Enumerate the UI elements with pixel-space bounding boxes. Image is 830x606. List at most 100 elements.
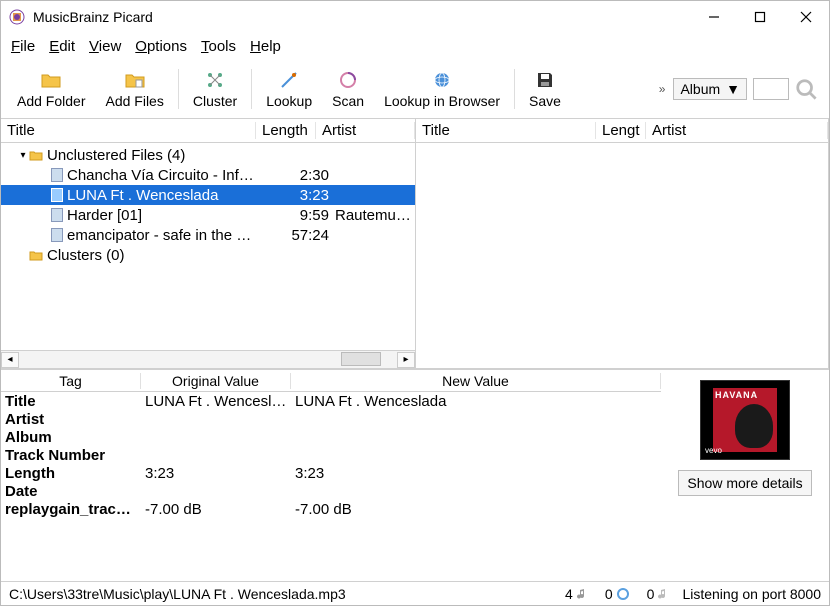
horizontal-scrollbar[interactable]: ◂ ▸ xyxy=(1,350,415,368)
add-files-button[interactable]: Add Files xyxy=(95,65,173,113)
search-icon[interactable] xyxy=(795,78,817,100)
menu-options[interactable]: Options xyxy=(135,38,187,55)
tag-new: 3:23 xyxy=(291,465,661,482)
cd-icon xyxy=(617,588,629,600)
file-icon xyxy=(51,228,63,242)
header-length[interactable]: Length xyxy=(256,122,316,139)
tag-headers: Tag Original Value New Value xyxy=(1,370,661,392)
menubar: File Edit View Options Tools Help xyxy=(1,33,829,59)
lookup-browser-label: Lookup in Browser xyxy=(384,93,500,109)
right-headers: Title Lengt Artist xyxy=(416,119,828,143)
header-length[interactable]: Lengt xyxy=(596,122,646,139)
lookup-browser-button[interactable]: Lookup in Browser xyxy=(374,65,510,113)
file-length: 9:59 xyxy=(275,207,335,224)
header-title[interactable]: Title xyxy=(1,122,256,139)
tag-row[interactable]: Album xyxy=(1,428,661,446)
file-title: Harder [01] xyxy=(67,207,275,224)
tree-label: Unclustered Files (4) xyxy=(47,147,415,164)
scroll-thumb[interactable] xyxy=(341,352,381,366)
menu-view[interactable]: View xyxy=(89,38,121,55)
menu-help[interactable]: Help xyxy=(250,38,281,55)
search-input[interactable] xyxy=(753,78,789,100)
tag-name: Length xyxy=(1,465,141,482)
expander-icon[interactable]: ▾ xyxy=(17,150,29,161)
file-row[interactable]: Harder [01] 9:59 Rautemusik F xyxy=(1,205,415,225)
add-folder-button[interactable]: Add Folder xyxy=(7,65,95,113)
tag-header-orig[interactable]: Original Value xyxy=(141,373,291,389)
tag-header-tag[interactable]: Tag xyxy=(1,373,141,389)
tree-label: Clusters (0) xyxy=(47,247,415,264)
chevron-down-icon: ▼ xyxy=(726,81,740,97)
tree-node-unclustered[interactable]: ▾ Unclustered Files (4) xyxy=(1,145,415,165)
lookup-button[interactable]: Lookup xyxy=(256,65,322,113)
file-icon xyxy=(51,188,63,202)
cover-art[interactable]: HAVANA vevo xyxy=(700,380,790,460)
file-tree[interactable]: ▾ Unclustered Files (4) Chancha Vía Circ… xyxy=(1,143,415,350)
toolbar: Add Folder Add Files Cluster Lookup Scan… xyxy=(1,59,829,119)
tag-row[interactable]: Length3:233:23 xyxy=(1,464,661,482)
tree-node-clusters[interactable]: Clusters (0) xyxy=(1,245,415,265)
header-title[interactable]: Title xyxy=(416,122,596,139)
menu-file[interactable]: File xyxy=(11,38,35,55)
tag-header-new[interactable]: New Value xyxy=(291,373,661,389)
matched-pane: Title Lengt Artist xyxy=(416,119,829,368)
status-pending: 0 xyxy=(643,586,673,602)
status-listening: Listening on port 8000 xyxy=(682,586,821,602)
tag-row[interactable]: replaygain_trac…-7.00 dB-7.00 dB xyxy=(1,500,661,518)
tag-new: LUNA Ft . Wenceslada xyxy=(291,393,661,410)
files-count: 4 xyxy=(565,586,573,602)
save-button[interactable]: Save xyxy=(519,65,571,113)
toolbar-separator xyxy=(178,69,179,109)
file-icon xyxy=(51,208,63,222)
scroll-track[interactable] xyxy=(19,352,397,368)
header-artist[interactable]: Artist xyxy=(646,122,828,139)
tag-orig: LUNA Ft . Wencesl… xyxy=(141,393,291,410)
folder-files-icon xyxy=(124,69,146,91)
folder-icon xyxy=(40,69,62,91)
save-icon xyxy=(534,69,556,91)
file-row[interactable]: emancipator - safe in the … 57:24 xyxy=(1,225,415,245)
file-length: 57:24 xyxy=(275,227,335,244)
folder-icon xyxy=(29,148,43,162)
add-files-label: Add Files xyxy=(105,93,163,109)
file-row[interactable]: Chancha Vía Circuito - Inf… 2:30 xyxy=(1,165,415,185)
tag-rows: TitleLUNA Ft . Wencesl…LUNA Ft . Wencesl… xyxy=(1,392,661,518)
minimize-button[interactable] xyxy=(691,1,737,33)
tag-name: Artist xyxy=(1,411,141,428)
close-button[interactable] xyxy=(783,1,829,33)
search-mode-select[interactable]: Album ▼ xyxy=(673,78,747,100)
tag-editor: Tag Original Value New Value TitleLUNA F… xyxy=(1,369,829,581)
cluster-button[interactable]: Cluster xyxy=(183,65,247,113)
toolbar-overflow-button[interactable]: » xyxy=(651,82,674,96)
scan-button[interactable]: Scan xyxy=(322,65,374,113)
album-tree[interactable] xyxy=(416,143,828,368)
tag-orig: -7.00 dB xyxy=(141,501,291,518)
menu-edit[interactable]: Edit xyxy=(49,38,75,55)
file-row-selected[interactable]: LUNA Ft . Wenceslada 3:23 xyxy=(1,185,415,205)
note-icon xyxy=(658,588,668,600)
toolbar-separator xyxy=(514,69,515,109)
tag-row[interactable]: Date xyxy=(1,482,661,500)
tag-row[interactable]: Track Number xyxy=(1,446,661,464)
scan-label: Scan xyxy=(332,93,364,109)
tag-row[interactable]: TitleLUNA Ft . Wencesl…LUNA Ft . Wencesl… xyxy=(1,392,661,410)
maximize-button[interactable] xyxy=(737,1,783,33)
file-artist: Rautemusik F xyxy=(335,207,415,224)
add-folder-label: Add Folder xyxy=(17,93,85,109)
globe-icon xyxy=(431,69,453,91)
header-artist[interactable]: Artist xyxy=(316,122,415,139)
show-more-details-button[interactable]: Show more details xyxy=(678,470,811,496)
cover-art-panel: HAVANA vevo Show more details xyxy=(661,370,829,581)
menu-tools[interactable]: Tools xyxy=(201,38,236,55)
tag-row[interactable]: Artist xyxy=(1,410,661,428)
cluster-icon xyxy=(204,69,226,91)
file-length: 2:30 xyxy=(275,167,335,184)
lookup-icon xyxy=(278,69,300,91)
statusbar: C:\Users\33tre\Music\play\LUNA Ft . Wenc… xyxy=(1,581,829,605)
scroll-right-button[interactable]: ▸ xyxy=(397,352,415,368)
vevo-badge: vevo xyxy=(705,446,722,455)
status-files: 4 xyxy=(561,586,591,602)
scroll-left-button[interactable]: ◂ xyxy=(1,352,19,368)
tag-name: Album xyxy=(1,429,141,446)
note-icon xyxy=(577,588,587,600)
